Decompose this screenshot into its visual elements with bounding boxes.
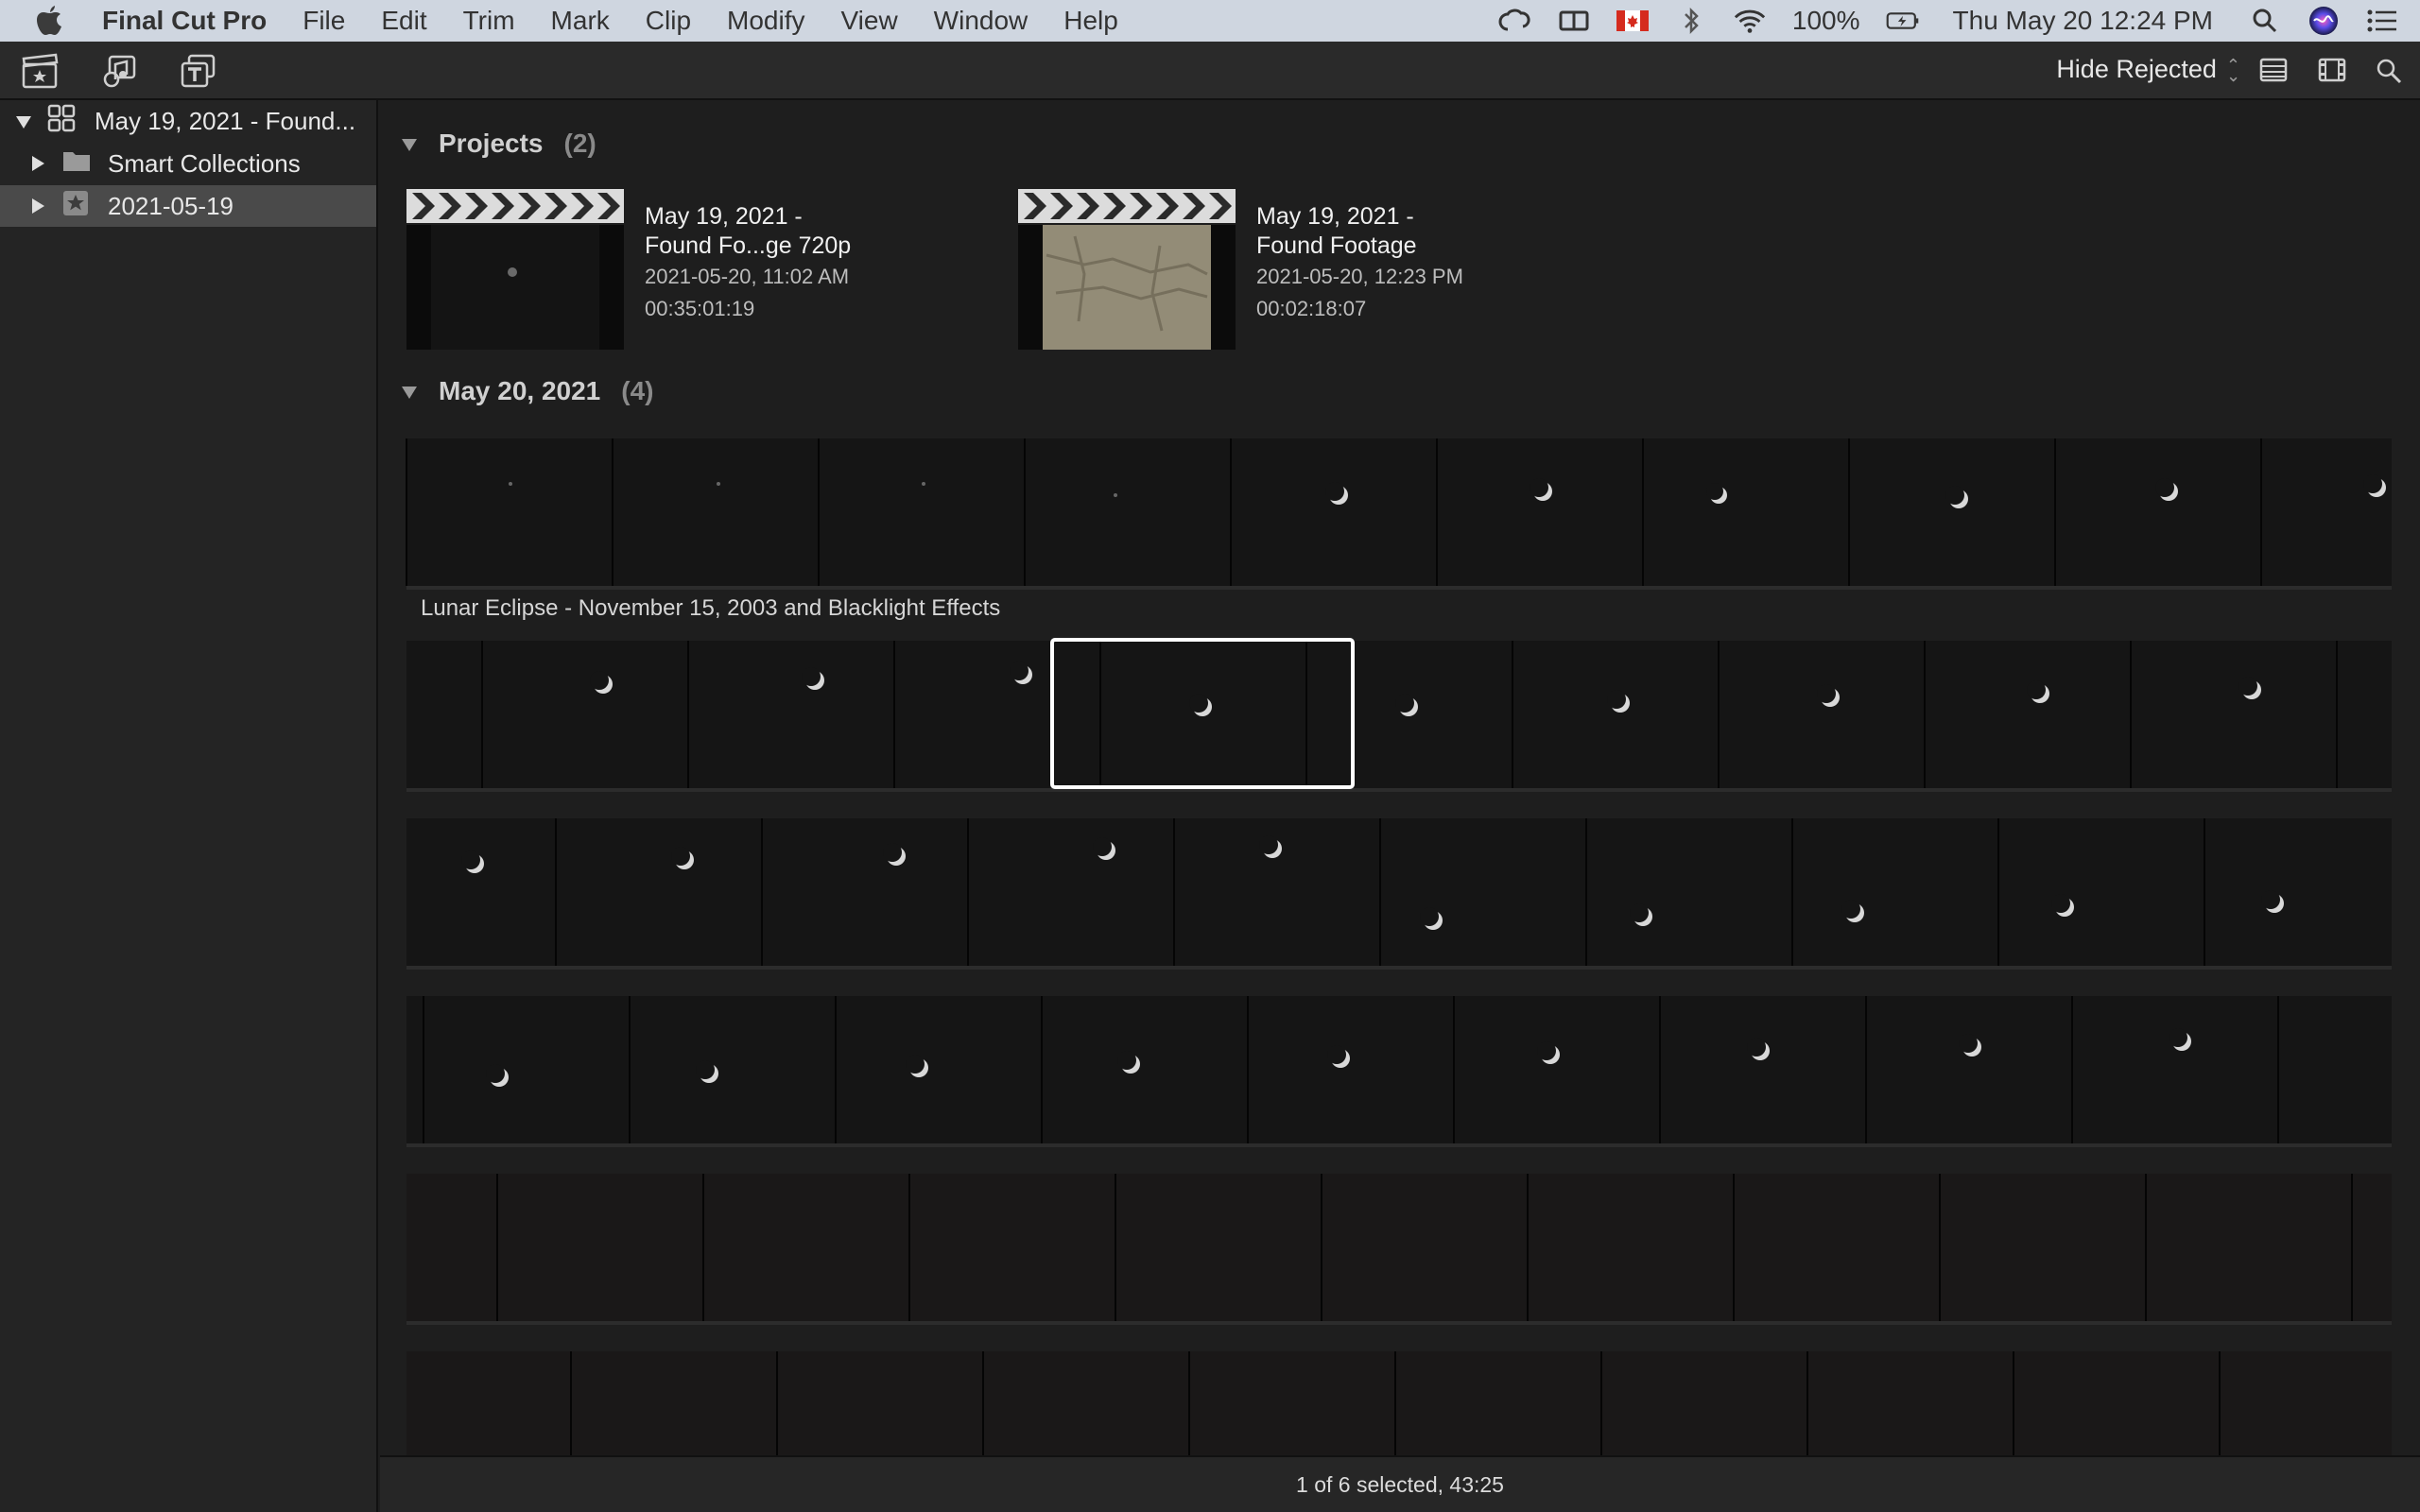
filmstrip-bottom-edge <box>406 788 2392 792</box>
moon-shadow <box>1706 483 1723 500</box>
moon-shadow <box>2027 680 2046 699</box>
moon-shadow <box>671 847 690 866</box>
clip-filmstrip[interactable] <box>406 1351 2392 1459</box>
filmstrip-bottom-edge <box>406 586 2392 590</box>
moon-shadow <box>1189 694 1208 713</box>
filmstrip-background <box>406 818 2392 966</box>
moon-shadow <box>1537 1041 1556 1060</box>
moon-shadow <box>1420 907 1439 926</box>
moon-frame-image <box>1114 493 1117 497</box>
moon-shadow <box>486 1064 505 1083</box>
moon-shadow <box>906 1055 925 1074</box>
moon-shadow <box>883 843 902 862</box>
moon-shadow <box>1841 900 1860 919</box>
clip-filmstrip[interactable] <box>406 1174 2392 1325</box>
moon-shadow <box>696 1060 715 1079</box>
moon-shadow <box>1607 690 1626 709</box>
moon-shadow <box>1817 684 1836 703</box>
moon-shadow <box>1259 835 1278 854</box>
moon-shadow <box>2238 677 2257 696</box>
moon-shadow <box>1010 662 1028 680</box>
moon-shadow <box>1327 1045 1346 1064</box>
moon-frame-image <box>717 482 720 486</box>
filmstrip-background <box>406 438 2392 586</box>
moon-shadow <box>1117 1051 1136 1070</box>
moon-shadow <box>2051 894 2070 913</box>
moon-shadow <box>2169 1028 2187 1047</box>
moon-shadow <box>1945 486 1964 505</box>
moon-shadow <box>1530 478 1548 497</box>
filmstrip-bottom-edge <box>406 966 2392 970</box>
moon-shadow <box>2261 890 2280 909</box>
filmstrip-bottom-edge <box>406 1321 2392 1325</box>
filmstrip-canvas <box>406 438 2392 1459</box>
moon-shadow <box>1747 1038 1766 1057</box>
browser-status-bar: 1 of 6 selected, 43:25 <box>380 1455 2420 1512</box>
moon-shadow <box>1959 1034 1978 1053</box>
moon-frame-image <box>922 482 925 486</box>
moon-frame-image <box>509 482 512 486</box>
moon-shadow <box>1325 482 1344 501</box>
clip-filmstrip[interactable] <box>406 996 2392 1147</box>
clip-filmstrip[interactable] <box>406 438 2392 590</box>
moon-shadow <box>590 671 609 690</box>
moon-shadow <box>461 850 480 869</box>
moon-shadow <box>1093 837 1112 856</box>
clip-filmstrip[interactable] <box>406 641 2392 792</box>
moon-shadow <box>802 667 821 686</box>
clip-filmstrip[interactable] <box>406 818 2392 970</box>
moon-shadow <box>2363 474 2382 493</box>
filmstrip-background <box>406 1351 2392 1455</box>
filmstrip-background <box>406 641 2392 788</box>
filmstrip-bottom-edge <box>406 1143 2392 1147</box>
moon-shadow <box>1395 694 1414 713</box>
selection-status: 1 of 6 selected, 43:25 <box>1296 1471 1504 1497</box>
moon-shadow <box>2155 478 2174 497</box>
moon-shadow <box>1630 903 1649 922</box>
clip-name-label: Lunar Eclipse - November 15, 2003 and Bl… <box>421 595 1001 621</box>
